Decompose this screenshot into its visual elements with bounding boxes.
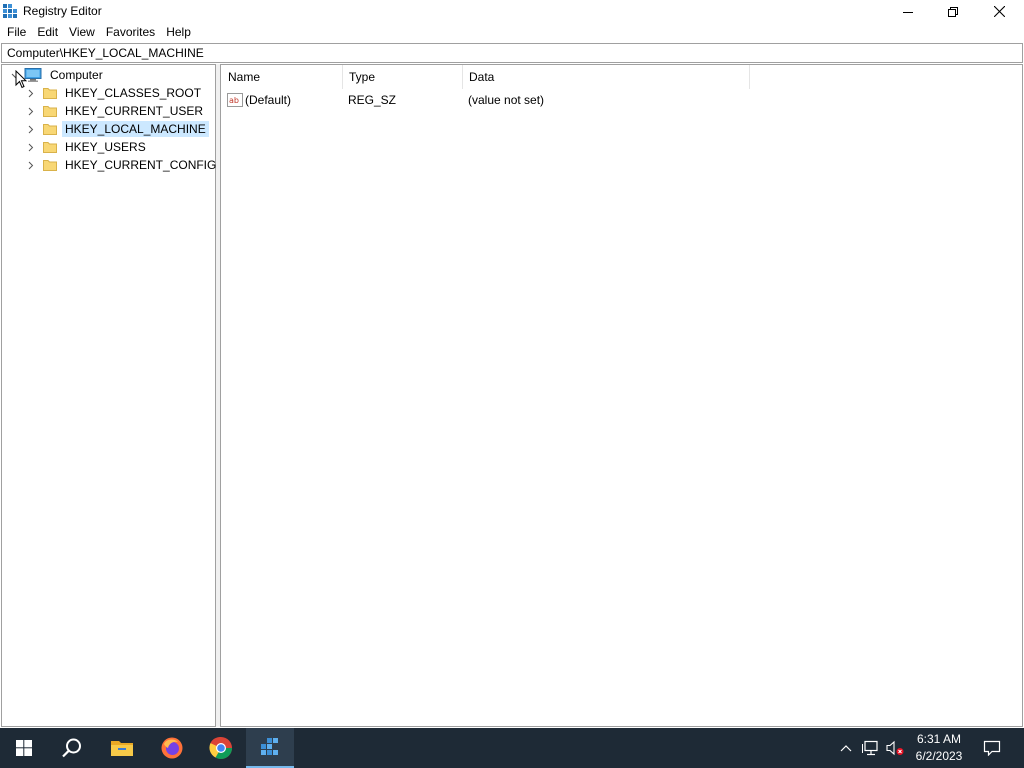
menu-bar: File Edit View Favorites Help	[0, 23, 1024, 42]
tree-item-hkey-current-user[interactable]: HKEY_CURRENT_USER	[25, 102, 206, 120]
minimize-button[interactable]	[885, 0, 931, 23]
chrome-icon	[209, 736, 232, 759]
taskbar-clock[interactable]: 6:31 AM 6/2/2023	[907, 731, 971, 765]
taskbar-firefox[interactable]	[148, 728, 196, 768]
restore-icon	[948, 6, 958, 17]
notification-icon	[983, 740, 1001, 756]
folder-icon	[43, 158, 62, 172]
taskbar-registry-editor[interactable]	[246, 728, 294, 768]
search-button[interactable]	[48, 728, 96, 768]
folder-icon	[43, 140, 62, 154]
search-icon	[62, 738, 81, 758]
tree-item-hkey-current-config[interactable]: HKEY_CURRENT_CONFIG	[25, 156, 219, 174]
tree-item-hkey-classes-root[interactable]: HKEY_CLASSES_ROOT	[25, 84, 204, 102]
values-list-pane[interactable]: Name Type Data ab (Default) REG_SZ (valu…	[220, 64, 1023, 727]
column-header-data[interactable]: Data	[462, 65, 750, 89]
value-name: (Default)	[245, 93, 292, 107]
value-row[interactable]: ab (Default) REG_SZ (value not set)	[221, 91, 821, 109]
tree-pane[interactable]: Computer HKEY_CLASSES_ROOT HKEY_CURRENT_…	[1, 64, 216, 727]
clock-time: 6:31 AM	[916, 732, 962, 746]
volume-button[interactable]	[884, 728, 906, 768]
close-button[interactable]	[976, 0, 1022, 23]
window-title: Registry Editor	[23, 4, 102, 18]
tree-label-computer: Computer	[50, 68, 103, 82]
action-center-button[interactable]	[978, 728, 1006, 768]
svg-text:ab: ab	[229, 96, 239, 105]
start-icon	[16, 740, 32, 756]
column-header-type[interactable]: Type	[342, 65, 463, 89]
menu-help[interactable]: Help	[160, 23, 196, 42]
folder-icon	[43, 122, 62, 136]
folder-icon	[43, 86, 62, 100]
mouse-cursor-icon	[15, 69, 28, 92]
string-value-icon: ab	[227, 93, 245, 107]
show-hidden-icons-button[interactable]	[836, 728, 856, 768]
tree-label: HKEY_LOCAL_MACHINE	[62, 121, 209, 137]
tree-label: HKEY_CURRENT_USER	[65, 104, 204, 118]
tree-item-hkey-users[interactable]: HKEY_USERS	[25, 138, 149, 156]
taskbar-chrome[interactable]	[197, 728, 245, 768]
tree-label: HKEY_CLASSES_ROOT	[65, 86, 202, 100]
restore-button[interactable]	[930, 0, 976, 23]
column-header-name[interactable]: Name	[221, 65, 343, 89]
menu-file[interactable]: File	[0, 23, 31, 42]
registry-editor-icon	[3, 4, 18, 19]
volume-muted-icon	[886, 740, 904, 756]
value-data-cell: (value not set)	[468, 93, 545, 107]
close-icon	[993, 6, 1005, 17]
address-bar[interactable]: Computer\HKEY_LOCAL_MACHINE	[1, 43, 1023, 63]
file-explorer-icon	[111, 741, 133, 756]
taskbar: 6:31 AM 6/2/2023	[0, 728, 1024, 768]
menu-view[interactable]: View	[63, 23, 100, 42]
network-icon	[862, 740, 878, 756]
firefox-icon	[161, 737, 183, 759]
value-type-cell: REG_SZ	[348, 93, 397, 107]
tree-label: HKEY_CURRENT_CONFIG	[65, 158, 217, 172]
chevron-right-icon[interactable]	[25, 106, 35, 116]
folder-icon	[43, 104, 62, 118]
chevron-right-icon[interactable]	[25, 142, 35, 152]
taskbar-file-explorer[interactable]	[98, 728, 146, 768]
network-button[interactable]	[860, 728, 882, 768]
tree-item-hkey-local-machine[interactable]: HKEY_LOCAL_MACHINE	[25, 120, 209, 138]
clock-date: 6/2/2023	[915, 749, 963, 763]
chevron-right-icon[interactable]	[25, 160, 35, 170]
value-name-cell: ab (Default)	[227, 91, 291, 109]
chevron-right-icon[interactable]	[25, 124, 35, 134]
minimize-icon	[903, 11, 913, 13]
menu-favorites[interactable]: Favorites	[100, 23, 160, 42]
chevron-up-icon	[840, 745, 852, 752]
registry-editor-icon	[261, 738, 278, 755]
title-bar[interactable]: Registry Editor	[0, 0, 1024, 23]
tree-label: HKEY_USERS	[65, 140, 146, 154]
start-button[interactable]	[0, 728, 48, 768]
menu-edit[interactable]: Edit	[31, 23, 63, 42]
